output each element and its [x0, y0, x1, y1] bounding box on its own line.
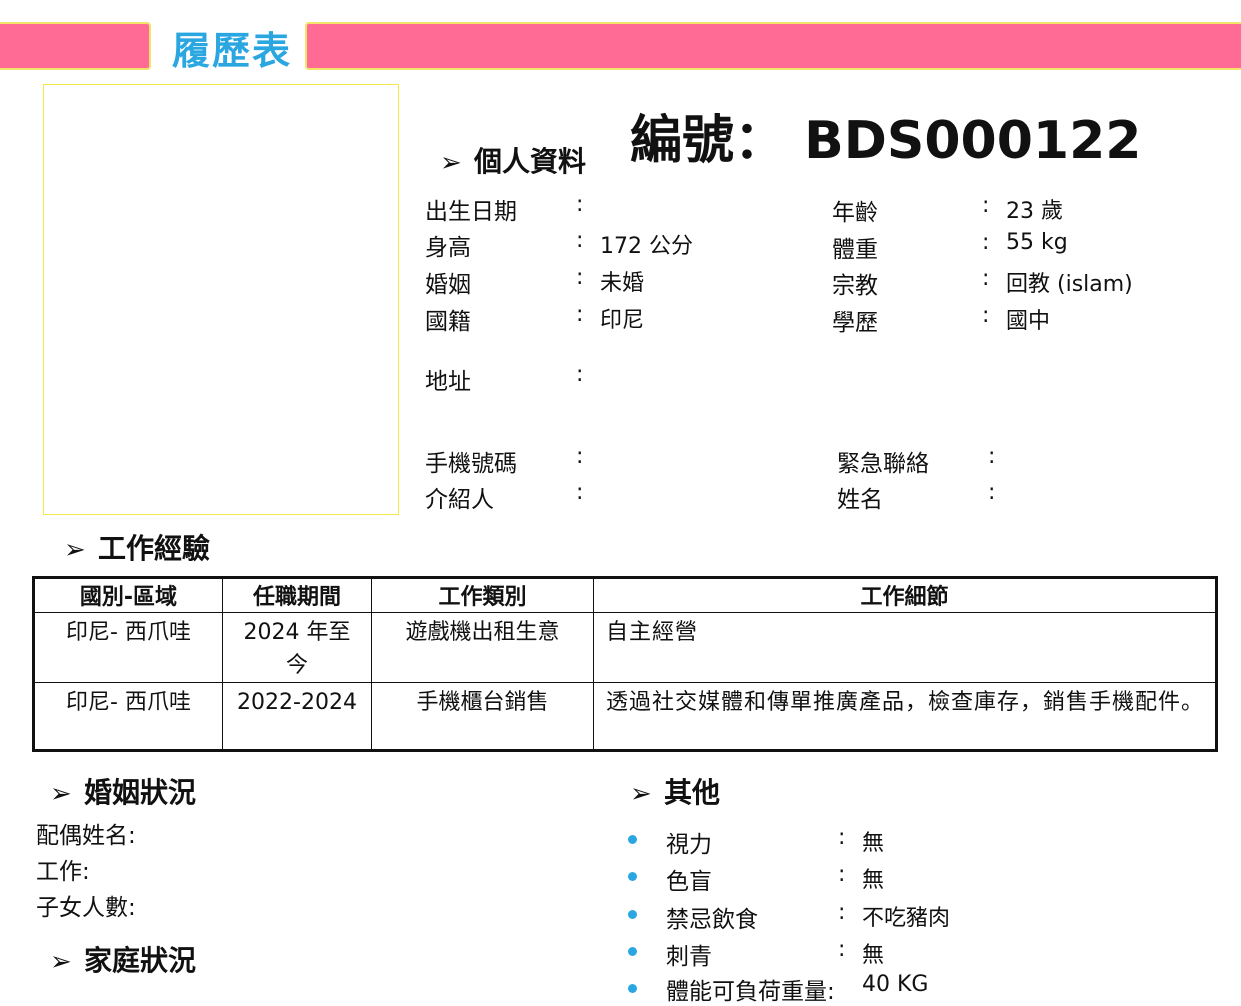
label-religion: 宗教: [832, 273, 878, 299]
colon: :: [982, 230, 990, 255]
header-band-left: [0, 22, 151, 70]
label-height: 身高: [425, 235, 471, 261]
label-load-capacity: 體能可負荷重量:: [666, 979, 835, 1005]
colon: :: [982, 266, 990, 291]
page-title: 履歷表: [172, 29, 293, 73]
label-nationality: 國籍: [425, 309, 471, 335]
value-education: 國中: [1006, 309, 1051, 334]
column-header: 任職期間: [222, 577, 372, 613]
value-religion: 回教 (islam): [1006, 272, 1133, 297]
section-personal: ➢ 個人資料: [440, 140, 586, 180]
colon: :: [576, 480, 584, 505]
colon: :: [988, 480, 996, 505]
label-weight: 體重: [832, 237, 878, 263]
table-header-row: 國別-區域 任職期間 工作類別 工作細節: [33, 577, 1217, 613]
work-table: 國別-區域 任職期間 工作類別 工作細節 印尼- 西爪哇 2024 年至今 遊戲…: [32, 576, 1218, 752]
cell-region: 印尼- 西爪哇: [33, 612, 223, 683]
label-emergency: 緊急聯絡: [837, 451, 929, 477]
label-phone: 手機號碼: [425, 451, 517, 477]
value-marital: 未婚: [600, 271, 645, 296]
label-spouse-name: 配偶姓名:: [36, 823, 136, 849]
cell-period: 2024 年至今: [222, 612, 372, 683]
label-tattoo: 刺青: [666, 944, 712, 970]
cell-detail: 自主經營: [593, 612, 1217, 683]
value-tattoo: 無: [862, 943, 885, 968]
label-birthdate: 出生日期: [425, 199, 517, 225]
colon: :: [576, 302, 584, 327]
colon: :: [838, 862, 846, 887]
section-personal-title: 個人資料: [474, 145, 587, 178]
colon: :: [982, 193, 990, 218]
cell-region: 印尼- 西爪哇: [33, 682, 223, 751]
section-family: ➢ 家庭狀況: [50, 939, 196, 979]
header-band-right: [305, 22, 1241, 70]
value-weight: 55 kg: [1006, 230, 1068, 255]
column-header: 國別-區域: [33, 577, 223, 613]
section-other: ➢ 其他: [630, 771, 720, 811]
label-age: 年齡: [832, 200, 878, 226]
label-education: 學歷: [832, 310, 878, 336]
label-referrer: 介紹人: [425, 487, 494, 513]
colon: :: [576, 362, 584, 387]
column-header: 工作細節: [593, 577, 1217, 613]
bullet-icon: [628, 872, 637, 881]
section-marriage: ➢ 婚姻狀況: [50, 771, 196, 811]
bullet-icon: [628, 947, 637, 956]
section-work-title: 工作經驗: [98, 532, 211, 565]
colon: :: [576, 265, 584, 290]
photo-frame: [43, 84, 399, 515]
colon: :: [982, 303, 990, 328]
section-other-title: 其他: [664, 776, 721, 809]
value-height: 172 公分: [600, 234, 693, 259]
label-colorblind: 色盲: [666, 869, 712, 895]
value-colorblind: 無: [862, 868, 885, 893]
colon: :: [838, 937, 846, 962]
colon: :: [576, 444, 584, 469]
colon: :: [576, 228, 584, 253]
cell-period: 2022-2024: [222, 682, 372, 751]
bullet-icon: [628, 910, 637, 919]
colon: :: [988, 444, 996, 469]
value-eyesight: 無: [862, 831, 885, 856]
label-children-count: 子女人數:: [36, 895, 136, 921]
label-spouse-job: 工作:: [36, 859, 90, 885]
cell-detail: 透過社交媒體和傳單推廣產品，檢查庫存，銷售手機配件。: [593, 682, 1217, 751]
value-diet: 不吃豬肉: [862, 906, 951, 931]
colon: :: [838, 900, 846, 925]
value-age: 23 歲: [1006, 199, 1063, 224]
section-work: ➢ 工作經驗: [64, 527, 210, 567]
arrowhead-icon: ➢: [50, 947, 72, 977]
label-marital: 婚姻: [425, 272, 471, 298]
arrowhead-icon: ➢: [440, 148, 462, 178]
label-eyesight: 視力: [666, 832, 712, 858]
table-row: 印尼- 西爪哇 2024 年至今 遊戲機出租生意 自主經營: [33, 612, 1217, 683]
value-nationality: 印尼: [600, 308, 645, 333]
table-row: 印尼- 西爪哇 2022-2024 手機櫃台銷售 透過社交媒體和傳單推廣產品，檢…: [33, 682, 1217, 751]
label-contact-name: 姓名: [837, 487, 883, 513]
colon: :: [576, 192, 584, 217]
arrowhead-icon: ➢: [64, 535, 86, 565]
value-load-capacity: 40 KG: [862, 972, 929, 997]
column-header: 工作類別: [371, 577, 594, 613]
bullet-icon: [628, 835, 637, 844]
section-marriage-title: 婚姻狀況: [84, 776, 197, 809]
arrowhead-icon: ➢: [630, 779, 652, 809]
arrowhead-icon: ➢: [50, 779, 72, 809]
section-family-title: 家庭狀況: [84, 944, 197, 977]
label-address: 地址: [425, 369, 471, 395]
id-code: 編號： BDS000122: [630, 111, 1142, 171]
cell-category: 遊戲機出租生意: [371, 612, 594, 683]
cell-category: 手機櫃台銷售: [371, 682, 594, 751]
bullet-icon: [628, 984, 637, 993]
colon: :: [838, 825, 846, 850]
label-diet: 禁忌飲食: [666, 907, 758, 933]
